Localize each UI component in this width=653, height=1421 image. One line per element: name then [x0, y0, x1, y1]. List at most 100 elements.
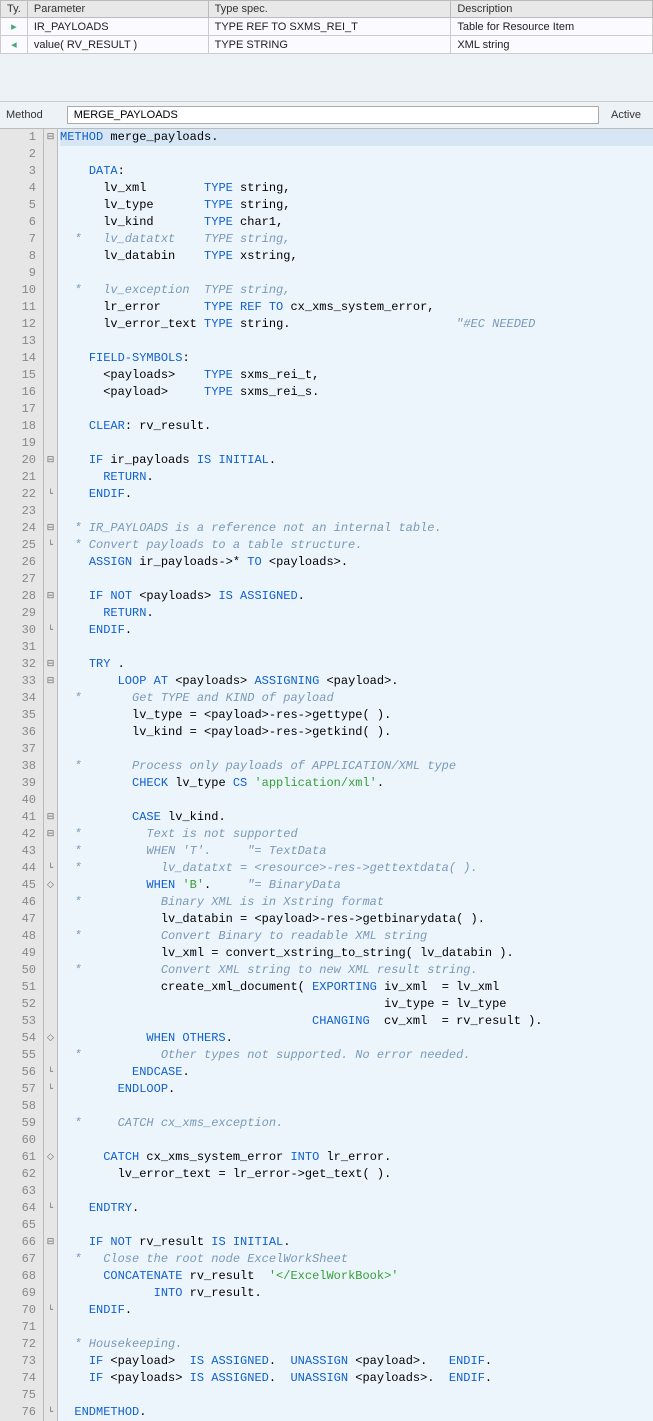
code-line[interactable]: * CATCH cx_xms_exception.: [60, 1115, 653, 1132]
method-name-field[interactable]: MERGE_PAYLOADS: [67, 106, 599, 124]
code-line[interactable]: ENDIF.: [60, 1302, 653, 1319]
fold-minus-icon[interactable]: ⊟: [44, 656, 57, 673]
fold-minus-icon[interactable]: ⊟: [44, 1234, 57, 1251]
line-number[interactable]: 4: [2, 180, 39, 197]
line-number[interactable]: 2: [2, 146, 39, 163]
code-line[interactable]: * Convert XML string to new XML result s…: [60, 962, 653, 979]
code-line[interactable]: lv_error_text = lr_error->get_text( ).: [60, 1166, 653, 1183]
line-number[interactable]: 38: [2, 758, 39, 775]
line-number[interactable]: 57: [2, 1081, 39, 1098]
code-line[interactable]: IF <payloads> IS ASSIGNED. UNASSIGN <pay…: [60, 1370, 653, 1387]
code-line[interactable]: ENDTRY.: [60, 1200, 653, 1217]
code-line[interactable]: LOOP AT <payloads> ASSIGNING <payload>.: [60, 673, 653, 690]
code-line[interactable]: [60, 503, 653, 520]
line-number[interactable]: 72: [2, 1336, 39, 1353]
line-number[interactable]: 43: [2, 843, 39, 860]
code-line[interactable]: [60, 741, 653, 758]
param-desc[interactable]: XML string: [451, 36, 653, 54]
line-number[interactable]: 3: [2, 163, 39, 180]
line-number[interactable]: 1: [2, 129, 39, 146]
line-number[interactable]: 70: [2, 1302, 39, 1319]
code-line[interactable]: [60, 792, 653, 809]
code-line[interactable]: ENDLOOP.: [60, 1081, 653, 1098]
line-number[interactable]: 10: [2, 282, 39, 299]
fold-minus-icon[interactable]: ⊟: [44, 826, 57, 843]
code-line[interactable]: RETURN.: [60, 469, 653, 486]
code-line[interactable]: ENDIF.: [60, 622, 653, 639]
col-description[interactable]: Description: [451, 1, 653, 18]
line-number[interactable]: 71: [2, 1319, 39, 1336]
code-line[interactable]: [60, 1183, 653, 1200]
line-number[interactable]: 16: [2, 384, 39, 401]
code-line[interactable]: lv_kind = <payload>-res->getkind( ).: [60, 724, 653, 741]
line-number[interactable]: 29: [2, 605, 39, 622]
line-number[interactable]: 25: [2, 537, 39, 554]
code-line[interactable]: [60, 333, 653, 350]
line-number[interactable]: 23: [2, 503, 39, 520]
code-line[interactable]: IF NOT <payloads> IS ASSIGNED.: [60, 588, 653, 605]
line-number[interactable]: 52: [2, 996, 39, 1013]
line-number[interactable]: 54: [2, 1030, 39, 1047]
line-number[interactable]: 44: [2, 860, 39, 877]
line-number[interactable]: 8: [2, 248, 39, 265]
line-number[interactable]: 75: [2, 1387, 39, 1404]
fold-minus-icon[interactable]: ⊟: [44, 129, 57, 146]
line-number-gutter[interactable]: 1234567891011121314151617181920212223242…: [0, 129, 44, 1421]
code-line[interactable]: * lv_datatxt TYPE string,: [60, 231, 653, 248]
line-number[interactable]: 32: [2, 656, 39, 673]
line-number[interactable]: 26: [2, 554, 39, 571]
line-number[interactable]: 49: [2, 945, 39, 962]
line-number[interactable]: 45: [2, 877, 39, 894]
col-parameter[interactable]: Parameter: [27, 1, 208, 18]
code-line[interactable]: IF ir_payloads IS INITIAL.: [60, 452, 653, 469]
code-line[interactable]: * lv_datatxt = <resource>-res->gettextda…: [60, 860, 653, 877]
line-number[interactable]: 35: [2, 707, 39, 724]
code-line[interactable]: CONCATENATE rv_result '</ExcelWorkBook>': [60, 1268, 653, 1285]
code-line[interactable]: lv_kind TYPE char1,: [60, 214, 653, 231]
code-line[interactable]: lv_type TYPE string,: [60, 197, 653, 214]
line-number[interactable]: 5: [2, 197, 39, 214]
code-line[interactable]: lv_error_text TYPE string. "#EC NEEDED: [60, 316, 653, 333]
code-line[interactable]: CHECK lv_type CS 'application/xml'.: [60, 775, 653, 792]
code-line[interactable]: INTO rv_result.: [60, 1285, 653, 1302]
code-line[interactable]: * Other types not supported. No error ne…: [60, 1047, 653, 1064]
code-line[interactable]: [60, 265, 653, 282]
line-number[interactable]: 42: [2, 826, 39, 843]
code-line[interactable]: * Get TYPE and KIND of payload: [60, 690, 653, 707]
code-line[interactable]: lv_xml TYPE string,: [60, 180, 653, 197]
code-line[interactable]: [60, 1319, 653, 1336]
line-number[interactable]: 21: [2, 469, 39, 486]
param-type[interactable]: TYPE REF TO SXMS_REI_T: [208, 18, 451, 36]
line-number[interactable]: 30: [2, 622, 39, 639]
code-line[interactable]: WHEN 'B'. "= BinaryData: [60, 877, 653, 894]
code-line[interactable]: lr_error TYPE REF TO cx_xms_system_error…: [60, 299, 653, 316]
code-line[interactable]: ENDCASE.: [60, 1064, 653, 1081]
code-line[interactable]: [60, 1217, 653, 1234]
code-line[interactable]: [60, 571, 653, 588]
line-number[interactable]: 68: [2, 1268, 39, 1285]
code-line[interactable]: [60, 435, 653, 452]
table-row[interactable]: ▸IR_PAYLOADSTYPE REF TO SXMS_REI_TTable …: [1, 18, 653, 36]
line-number[interactable]: 74: [2, 1370, 39, 1387]
col-type-icon[interactable]: Ty.: [1, 1, 28, 18]
param-desc[interactable]: Table for Resource Item: [451, 18, 653, 36]
line-number[interactable]: 40: [2, 792, 39, 809]
fold-minus-icon[interactable]: ⊟: [44, 520, 57, 537]
code-line[interactable]: IF NOT rv_result IS INITIAL.: [60, 1234, 653, 1251]
code-line[interactable]: <payloads> TYPE sxms_rei_t,: [60, 367, 653, 384]
code-line[interactable]: * IR_PAYLOADS is a reference not an inte…: [60, 520, 653, 537]
line-number[interactable]: 19: [2, 435, 39, 452]
line-number[interactable]: 63: [2, 1183, 39, 1200]
line-number[interactable]: 15: [2, 367, 39, 384]
fold-minus-icon[interactable]: ⊟: [44, 452, 57, 469]
line-number[interactable]: 53: [2, 1013, 39, 1030]
line-number[interactable]: 65: [2, 1217, 39, 1234]
code-line[interactable]: iv_type = lv_type: [60, 996, 653, 1013]
code-line[interactable]: [60, 146, 653, 163]
line-number[interactable]: 76: [2, 1404, 39, 1421]
code-area[interactable]: METHOD merge_payloads. DATA: lv_xml TYPE…: [58, 129, 653, 1421]
code-line[interactable]: * lv_exception TYPE string,: [60, 282, 653, 299]
line-number[interactable]: 59: [2, 1115, 39, 1132]
code-line[interactable]: ASSIGN ir_payloads->* TO <payloads>.: [60, 554, 653, 571]
line-number[interactable]: 62: [2, 1166, 39, 1183]
